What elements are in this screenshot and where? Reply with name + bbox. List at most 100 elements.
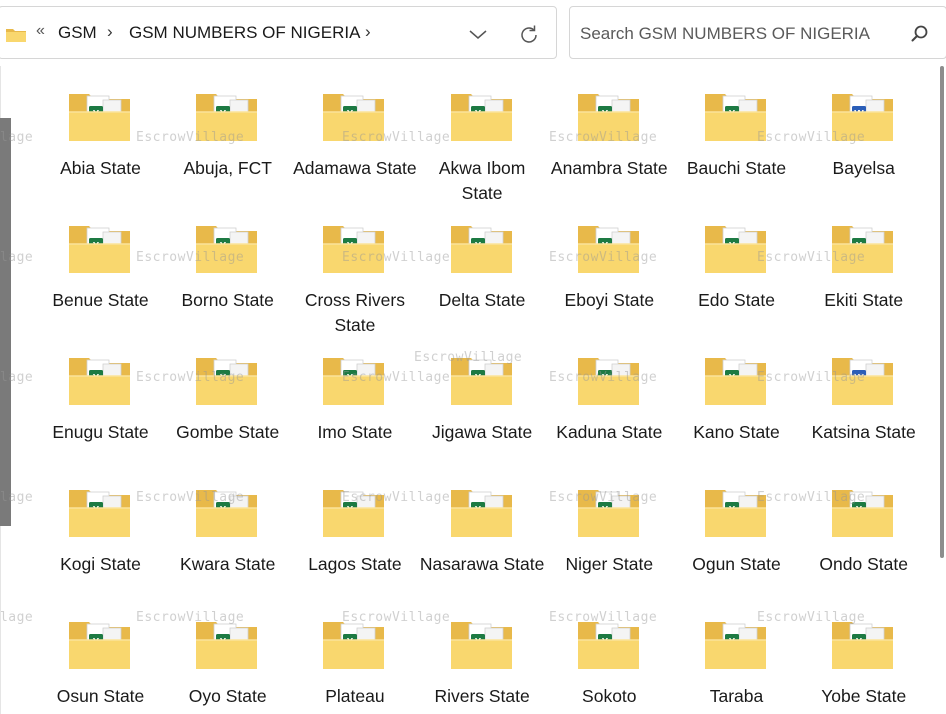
folder-label: Bauchi State xyxy=(686,158,787,178)
folder-label: Nasarawa State xyxy=(419,554,545,574)
folder-item[interactable]: X Kwara State xyxy=(164,476,291,608)
folder-item[interactable]: X Eboyi State xyxy=(546,212,673,344)
folder-item[interactable]: X Ondo State xyxy=(800,476,927,608)
folder-excel-icon: X xyxy=(69,490,130,537)
folder-excel-icon: X xyxy=(577,490,639,537)
watermark-text: EscrowVillage xyxy=(0,610,34,625)
folder-label: Imo State xyxy=(317,422,393,442)
address-bar[interactable]: « GSM › GSM NUMBERS OF NIGERIA › xyxy=(0,6,557,59)
folder-item[interactable]: X Abuja, FCT xyxy=(164,80,291,212)
refresh-icon[interactable] xyxy=(517,23,541,47)
search-icon[interactable] xyxy=(910,24,930,44)
folder-excel-icon: X xyxy=(323,226,385,273)
breadcrumb-gsm-numbers[interactable]: GSM NUMBERS OF NIGERIA xyxy=(129,23,360,43)
folder-label: Gombe State xyxy=(176,422,280,442)
search-box[interactable] xyxy=(569,6,946,59)
folder-item[interactable]: X Gombe State xyxy=(164,344,291,476)
breadcrumb-separator[interactable]: › xyxy=(107,22,113,42)
folder-label: Delta State xyxy=(438,290,526,310)
folder-excel-icon: X xyxy=(577,358,639,405)
folder-excel-icon: X xyxy=(832,622,894,669)
folder-item[interactable]: W Katsina State xyxy=(800,344,927,476)
folder-item[interactable]: X Ogun State xyxy=(673,476,800,608)
explorer-toolbar: « GSM › GSM NUMBERS OF NIGERIA › xyxy=(0,0,946,66)
folder-label: Abia State xyxy=(60,158,141,178)
folder-item[interactable]: W Bayelsa xyxy=(800,80,927,212)
folder-excel-icon: X xyxy=(577,622,639,669)
folder-label: Rivers State xyxy=(434,686,530,706)
folder-label: Eboyi State xyxy=(564,290,655,310)
folder-label: Cross Rivers State xyxy=(304,290,405,335)
folder-icon xyxy=(6,29,26,42)
folder-excel-icon: X xyxy=(196,226,258,273)
folder-item[interactable]: X Kano State xyxy=(673,344,800,476)
folder-label: Kwara State xyxy=(180,554,276,574)
folder-item[interactable]: X Oyo State xyxy=(164,608,291,714)
folder-item[interactable]: X Delta State xyxy=(419,212,546,344)
folder-excel-icon: X xyxy=(450,490,512,537)
folder-label: Lagos State xyxy=(308,554,402,574)
search-input[interactable] xyxy=(580,21,900,47)
chevron-down-icon[interactable] xyxy=(467,25,489,43)
folder-excel-icon: X xyxy=(832,490,894,537)
folder-item[interactable]: X Enugu State xyxy=(37,344,164,476)
folder-item[interactable]: X Akwa Ibom State xyxy=(419,80,546,212)
folder-item[interactable]: X Edo State xyxy=(673,212,800,344)
folder-excel-icon: X xyxy=(323,94,385,141)
folder-item[interactable]: X Adamawa State xyxy=(291,80,418,212)
folder-label: Kano State xyxy=(693,422,780,442)
folder-label: Abuja, FCT xyxy=(183,158,272,178)
breadcrumb-gsm[interactable]: GSM xyxy=(58,23,97,43)
folder-label: Benue State xyxy=(52,290,149,310)
navigation-pane-scrollbar[interactable] xyxy=(0,118,11,526)
folder-item[interactable]: X Kaduna State xyxy=(546,344,673,476)
folder-excel-icon: X xyxy=(196,358,258,405)
folder-excel-icon: X xyxy=(832,226,894,273)
folder-item[interactable]: X Niger State xyxy=(546,476,673,608)
folder-label: Sokoto xyxy=(582,686,637,706)
folder-item[interactable]: X Rivers State xyxy=(419,608,546,714)
folder-excel-icon: X xyxy=(705,622,766,669)
folder-label: Plateau xyxy=(325,686,385,706)
folder-label: Ogun State xyxy=(692,554,781,574)
folder-item[interactable]: X Sokoto xyxy=(546,608,673,714)
folder-excel-icon: X xyxy=(196,622,258,669)
folder-excel-icon: X xyxy=(323,622,385,669)
folder-excel-icon: X xyxy=(69,226,130,273)
overflow-chevron-icon[interactable]: « xyxy=(36,22,45,40)
folder-label: Bayelsa xyxy=(832,158,895,178)
folder-item[interactable]: X Nasarawa State xyxy=(419,476,546,608)
folder-label: Osun State xyxy=(56,686,145,706)
folder-item[interactable]: X Bauchi State xyxy=(673,80,800,212)
folder-item[interactable]: X Abia State xyxy=(37,80,164,212)
folder-item[interactable]: X Borno State xyxy=(164,212,291,344)
folder-item[interactable]: X Cross Rivers State xyxy=(291,212,418,344)
folder-excel-icon: X xyxy=(69,94,130,141)
breadcrumb-trailing-separator[interactable]: › xyxy=(365,22,371,42)
folder-item[interactable]: X Taraba xyxy=(673,608,800,714)
folder-label: Oyo State xyxy=(188,686,267,706)
folder-item[interactable]: X Osun State xyxy=(37,608,164,714)
folder-grid: X Abia State X Abuja, FCT X Adamawa State X Akw… xyxy=(37,80,937,714)
folder-item[interactable]: X Imo State xyxy=(291,344,418,476)
folder-label: Borno State xyxy=(181,290,274,310)
folder-label: Yobe State xyxy=(821,686,907,706)
folder-item[interactable]: X Anambra State xyxy=(546,80,673,212)
folder-item[interactable]: X Benue State xyxy=(37,212,164,344)
folder-excel-icon: X xyxy=(196,94,258,141)
vertical-scrollbar-thumb[interactable] xyxy=(940,66,944,558)
folder-item[interactable]: X Plateau xyxy=(291,608,418,714)
folder-excel-icon: X xyxy=(450,226,512,273)
folder-item[interactable]: X Kogi State xyxy=(37,476,164,608)
folder-excel-icon: X xyxy=(450,358,512,405)
folder-word-icon: W xyxy=(832,94,894,141)
folder-item[interactable]: X Ekiti State xyxy=(800,212,927,344)
folder-item[interactable]: X Jigawa State xyxy=(419,344,546,476)
folder-label: Ekiti State xyxy=(824,290,904,310)
folder-item[interactable]: X Lagos State xyxy=(291,476,418,608)
folder-label: Katsina State xyxy=(811,422,916,442)
folder-excel-icon: X xyxy=(69,622,130,669)
folder-excel-icon: X xyxy=(705,94,766,141)
folder-item[interactable]: X Yobe State xyxy=(800,608,927,714)
folder-label: Jigawa State xyxy=(431,422,533,442)
